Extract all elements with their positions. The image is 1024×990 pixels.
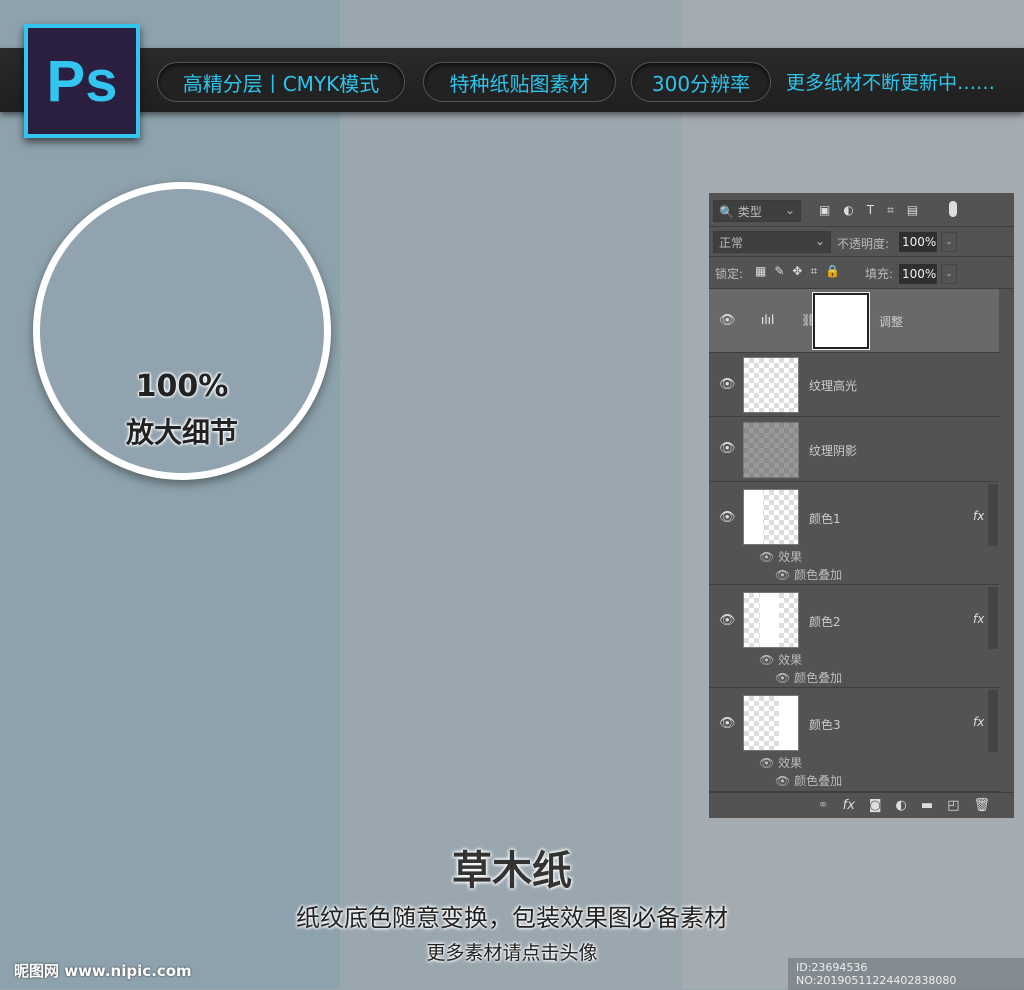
- layers-panel: 🔍 类型 ⌄ ▣◐T⌗▤ 正常 ⌄ 不透明度: 100% ⌄ 锁定: ▦✎✥⌗🔒 …: [709, 193, 1014, 818]
- eye-icon[interactable]: 👁: [719, 313, 736, 328]
- product-title: 草木纸: [452, 848, 572, 894]
- filter-select[interactable]: 🔍 类型 ⌄: [713, 200, 801, 222]
- fill-input[interactable]: 100%: [899, 264, 937, 284]
- opacity-dropdown[interactable]: ⌄: [941, 232, 957, 252]
- blend-mode-select[interactable]: 正常 ⌄: [713, 231, 831, 253]
- layer-thumbnail: [743, 357, 799, 413]
- feature-pill: 特种纸贴图素材: [423, 62, 616, 102]
- layer-name: 纹理高光: [809, 379, 858, 393]
- scrollbar[interactable]: [988, 587, 998, 649]
- watermark: 昵图网 www.nipic.com: [14, 962, 192, 980]
- effects-label[interactable]: 👁 效果: [759, 754, 802, 771]
- layer-name: 调整: [879, 315, 904, 329]
- filter-row: 🔍 类型 ⌄ ▣◐T⌗▤: [709, 193, 1014, 227]
- filter-value: 类型: [737, 205, 762, 219]
- eye-icon[interactable]: 👁: [719, 716, 736, 731]
- layer-thumbnail: [743, 592, 799, 648]
- filter-toggle-icon[interactable]: [949, 201, 957, 217]
- opacity-label: 不透明度:: [837, 237, 890, 251]
- feature-pill: 300分辨率: [631, 62, 771, 102]
- tagline: 更多纸材不断更新中……: [786, 72, 996, 94]
- effect-color-overlay[interactable]: 👁 颜色叠加: [775, 772, 842, 789]
- adjustment-icon[interactable]: ◐: [896, 798, 907, 813]
- scrollbar[interactable]: [988, 484, 998, 546]
- lock-icons[interactable]: ▦✎✥⌗🔒: [755, 264, 848, 279]
- zoom-label: 放大细节: [125, 416, 238, 449]
- layer-color-2[interactable]: 👁 颜色2 fx 👁 效果 👁 颜色叠加: [709, 585, 999, 688]
- eye-icon[interactable]: 👁: [719, 510, 736, 525]
- fx-icon[interactable]: fx: [973, 612, 984, 626]
- delete-icon[interactable]: 🗑: [973, 798, 990, 813]
- add-mask-icon[interactable]: ◙: [869, 798, 882, 813]
- eye-icon[interactable]: 👁: [719, 613, 736, 628]
- layer-color-3[interactable]: 👁 颜色3 fx 👁 效果 👁 颜色叠加: [709, 688, 999, 792]
- layer-name: 纹理阴影: [809, 444, 858, 458]
- product-subtitle: 纸纹底色随意变换，包装效果图必备素材: [296, 904, 728, 932]
- new-layer-icon[interactable]: ◰: [947, 798, 959, 813]
- fx-icon[interactable]: fx: [973, 509, 984, 523]
- effects-label[interactable]: 👁 效果: [759, 548, 802, 565]
- layer-thumbnail: [743, 695, 799, 751]
- layer-adjust[interactable]: 👁 ılıl ⛓ 调整: [709, 289, 999, 353]
- add-style-icon[interactable]: fx: [843, 798, 855, 813]
- layer-name: 颜色1: [809, 512, 841, 526]
- zoom-detail-circle: 100% 放大细节: [33, 182, 331, 480]
- feature-pill: 高精分层丨CMYK模式: [157, 62, 405, 102]
- effects-label[interactable]: 👁 效果: [759, 651, 802, 668]
- fill-dropdown[interactable]: ⌄: [941, 264, 957, 284]
- opacity-input[interactable]: 100%: [899, 232, 937, 252]
- layer-shadow[interactable]: 👁 纹理阴影: [709, 417, 999, 482]
- fx-icon[interactable]: fx: [973, 715, 984, 729]
- eye-icon[interactable]: 👁: [719, 441, 736, 456]
- photoshop-logo: Ps: [24, 24, 140, 138]
- layer-color-1[interactable]: 👁 颜色1 fx 👁 效果 👁 颜色叠加: [709, 482, 999, 585]
- layer-thumbnail: [743, 489, 799, 545]
- filter-icons[interactable]: ▣◐T⌗▤: [819, 203, 931, 218]
- panel-footer: ⚭ fx ◙ ◐ ▬ ◰ 🗑: [709, 792, 1014, 818]
- lock-label: 锁定:: [715, 267, 744, 281]
- layer-name: 颜色3: [809, 718, 841, 732]
- eye-icon[interactable]: 👁: [719, 377, 736, 392]
- lock-row: 锁定: ▦✎✥⌗🔒 填充: 100% ⌄: [709, 257, 1014, 289]
- zoom-percent: 100%: [135, 369, 229, 404]
- effect-color-overlay[interactable]: 👁 颜色叠加: [775, 566, 842, 583]
- image-id: ID:23694536 NO:20190511224402838080: [788, 958, 1024, 990]
- new-group-icon[interactable]: ▬: [921, 798, 933, 813]
- layer-thumbnail: [743, 422, 799, 478]
- layer-highlight[interactable]: 👁 纹理高光: [709, 353, 999, 417]
- layer-name: 颜色2: [809, 615, 841, 629]
- link-layers-icon[interactable]: ⚭: [818, 798, 829, 813]
- scrollbar[interactable]: [988, 690, 998, 752]
- blend-row: 正常 ⌄ 不透明度: 100% ⌄: [709, 227, 1014, 257]
- blend-mode-value: 正常: [719, 236, 744, 250]
- effect-color-overlay[interactable]: 👁 颜色叠加: [775, 669, 842, 686]
- mask-thumbnail[interactable]: [812, 292, 870, 350]
- fill-label: 填充:: [865, 267, 894, 281]
- levels-icon: ılıl: [761, 313, 775, 327]
